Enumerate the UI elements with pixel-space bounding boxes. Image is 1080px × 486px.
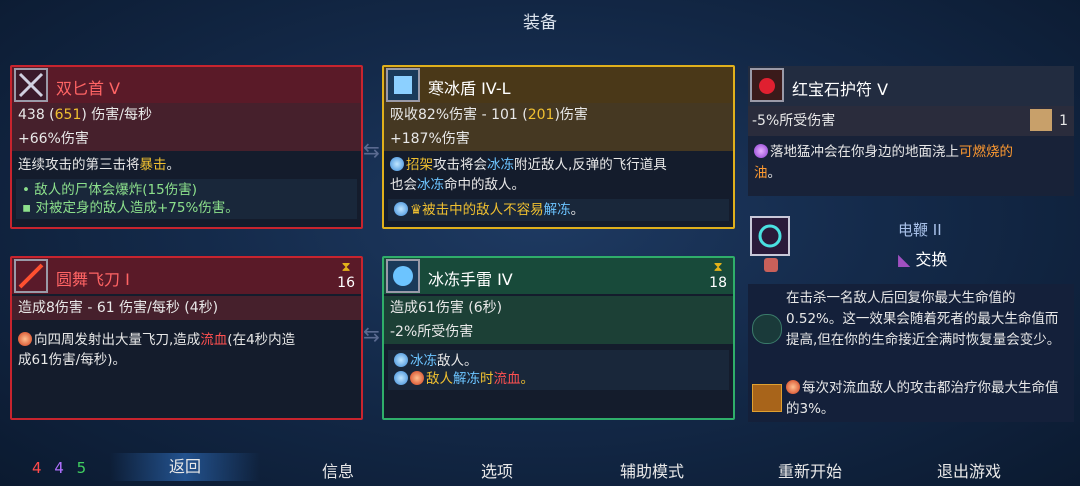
right-skill-card[interactable]: 冰冻手雷 IV ⧗ 18 造成61伤害 (6秒) -2%所受伤害 冰冻敌人。 敌人… [382, 256, 735, 420]
affix-item: 敌人解冻时流血。 [394, 370, 723, 388]
twin-daggers-icon [14, 68, 48, 102]
survival-count: 5 [76, 459, 87, 477]
skull-icon [764, 258, 778, 272]
mutation-text: 每次对流血敌人的攻击都治疗你最大生命值的3%。 [786, 380, 1059, 417]
cooldown-timer: ⧗ 18 [709, 260, 727, 292]
left-skill-card[interactable]: 圆舞飞刀 I ⧗ 16 造成8伤害 - 61 伤害/每秒 (4秒) 向四周发射出大… [10, 256, 363, 420]
throwing-knives-icon [14, 259, 48, 293]
nav-restart-button[interactable]: 重新开始 [778, 458, 842, 482]
crown-icon: ♛ [410, 202, 423, 218]
purple-hand-icon: ◣ [898, 250, 911, 269]
mutation-item[interactable]: 每次对流血敌人的攻击都治疗你最大生命值的3%。 [748, 376, 1074, 422]
lock-icon: ▪ [22, 200, 36, 216]
block-stat: 吸收82%伤害 - 101 (201)伤害 [384, 103, 733, 127]
nav-info-button[interactable]: 信息 [322, 458, 354, 482]
shield-name: 寒冰盾 IV-L [428, 79, 511, 98]
bleed-icon [786, 380, 800, 394]
affix-list: 冰冻敌人。 敌人解冻时流血。 [388, 350, 729, 390]
tactics-count: 4 [54, 459, 64, 477]
amulet-panel[interactable]: 红宝石护符 V -5%所受伤害 1 落地猛冲会在你身边的地面浇上可燃烧的 油。 [748, 66, 1074, 196]
amulet-description: 落地猛冲会在你身边的地面浇上可燃烧的 油。 [754, 144, 1013, 181]
oil-icon [754, 144, 768, 158]
card-header: 双匕首 V [12, 67, 361, 103]
mutation-swap[interactable]: 电鞭 II ◣ 交换 [748, 214, 1074, 276]
card-header: 冰冻手雷 IV ⧗ 18 [384, 258, 733, 294]
skill-stat: 造成61伤害 (6秒) [384, 296, 733, 320]
skill-name: 冰冻手雷 IV [428, 270, 513, 289]
affix-item: ▪ 对被定身的敌人造成+75%伤害。 [22, 200, 239, 216]
mutation-icon [752, 314, 782, 344]
dot-icon: • [22, 182, 35, 198]
hourglass-icon: ⧗ [713, 260, 723, 275]
damage-bonus: +66%伤害 [12, 127, 361, 151]
bleed-icon [410, 371, 424, 385]
amulet-header: 红宝石护符 V [748, 66, 1074, 106]
card-header: 寒冰盾 IV-L [384, 67, 733, 103]
swap-button[interactable]: ◣ 交换 [898, 246, 947, 270]
mutation-text: 在击杀一名敌人后回复你最大生命值的0.52%。这一效果会随着死者的最大生命值而提… [786, 290, 1061, 348]
freeze-icon [390, 157, 404, 171]
skill-description: 向四周发射出大量飞刀,造成流血(在4秒内造 成61伤害/每秒)。 [18, 332, 296, 368]
weapon-name: 双匕首 V [56, 79, 121, 98]
mutation-name: 电鞭 II [898, 221, 942, 239]
bottom-nav: 4 4 5 返回 信息 选项 辅助模式 重新开始 退出游戏 [0, 452, 1080, 486]
affix-item: • 敌人的尸体会爆炸(15伤害) [22, 182, 197, 198]
mutation-list: 在击杀一名敌人后回复你最大生命值的0.52%。这一效果会随着死者的最大生命值而提… [748, 284, 1074, 422]
cooldown-timer: ⧗ 16 [337, 260, 355, 292]
treasure-chest-icon [752, 384, 782, 412]
bleed-icon [18, 332, 32, 346]
ruby-amulet-icon [750, 68, 784, 102]
electric-whip-icon [750, 216, 790, 256]
card-header: 圆舞飞刀 I ⧗ 16 [12, 258, 361, 294]
nav-back-button[interactable]: 返回 [110, 453, 260, 481]
mutation-item[interactable]: 在击杀一名敌人后回复你最大生命值的0.52%。这一效果会随着死者的最大生命值而提… [748, 284, 1074, 376]
amulet-stat: -5%所受伤害 1 [748, 106, 1074, 136]
affix-list: ♛被击中的敌人不容易解冻。 [388, 199, 729, 221]
affix-list: • 敌人的尸体会爆炸(15伤害) ▪ 对被定身的敌人造成+75%伤害。 [16, 179, 357, 219]
amulet-name: 红宝石护符 V [792, 80, 889, 99]
ice-grenade-icon [386, 259, 420, 293]
nav-options-button[interactable]: 选项 [481, 458, 513, 482]
primary-weapon-card[interactable]: 双匕首 V 438 (651) 伤害/每秒 +66%伤害 连续攻击的第三击将暴击… [10, 65, 363, 229]
skill-stat: 造成8伤害 - 61 伤害/每秒 (4秒) [12, 296, 361, 320]
page-title: 装备 [523, 13, 557, 33]
shield-card[interactable]: 寒冰盾 IV-L 吸收82%伤害 - 101 (201)伤害 +187%伤害 招… [382, 65, 735, 229]
brutality-count: 4 [32, 459, 42, 477]
swap-arrow-icon: ⇆ [363, 322, 380, 346]
stat-counters: 4 4 5 [32, 459, 86, 477]
skill-name: 圆舞飞刀 I [56, 270, 130, 289]
affix-item: 冰冻敌人。 [394, 352, 723, 370]
weapon-description: 连续攻击的第三击将暴击。 [18, 157, 180, 173]
freeze-icon [394, 371, 408, 385]
dps-stat: 438 (651) 伤害/每秒 [12, 103, 361, 127]
damage-bonus: +187%伤害 [384, 127, 733, 151]
freeze-icon [394, 353, 408, 367]
freeze-icon [394, 202, 408, 216]
shield-description: 招架攻击将会冰冻附近敌人,反弹的飞行道具 也会冰冻命中的敌人。 [390, 157, 667, 193]
ice-shield-icon [386, 68, 420, 102]
nav-quit-button[interactable]: 退出游戏 [937, 458, 1001, 482]
skill-stat: -2%所受伤害 [384, 320, 733, 344]
hourglass-icon: ⧗ [341, 260, 351, 275]
swap-arrow-icon: ⇆ [363, 138, 380, 162]
scroll-icon [1030, 109, 1052, 131]
nav-assist-mode-button[interactable]: 辅助模式 [620, 458, 684, 482]
